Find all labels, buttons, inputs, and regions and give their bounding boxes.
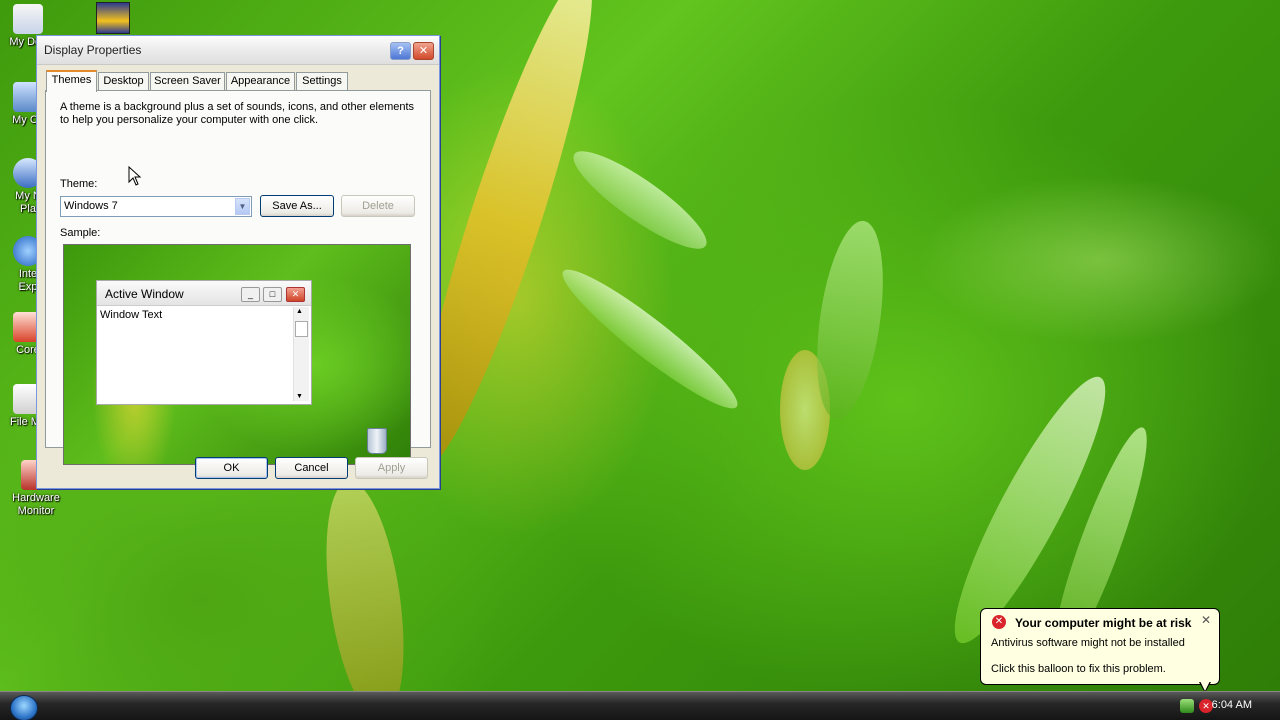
help-button[interactable]: ? xyxy=(390,42,411,60)
shortcut-tool-icon[interactable] xyxy=(96,2,130,34)
security-alert-balloon[interactable]: ✕ Your computer might be at risk ✕ Antiv… xyxy=(980,608,1220,693)
network-tray-icon[interactable] xyxy=(1180,699,1194,713)
theme-description: A theme is a background plus a set of so… xyxy=(60,101,415,126)
tab-settings[interactable]: Settings xyxy=(296,72,348,90)
theme-sample-preview: Active Window _ □ ✕ Window Text ▲ ▼ xyxy=(63,244,411,465)
theme-label: Theme: xyxy=(60,178,98,190)
balloon-message: Antivirus software might not be installe… xyxy=(991,637,1185,649)
cancel-button[interactable]: Cancel xyxy=(275,457,348,479)
delete-button[interactable]: Delete xyxy=(341,195,415,217)
taskbar: ✕ 6:04 AM xyxy=(0,691,1280,720)
taskbar-clock[interactable]: 6:04 AM xyxy=(1212,699,1252,711)
apply-button[interactable]: Apply xyxy=(355,457,428,479)
scroll-up-icon: ▲ xyxy=(296,308,303,315)
sample-window-title: Active Window xyxy=(105,287,184,301)
theme-dropdown-value: Windows 7 xyxy=(64,200,118,212)
save-as-button[interactable]: Save As... xyxy=(260,195,334,217)
tab-screen-saver[interactable]: Screen Saver xyxy=(150,72,225,90)
sample-window-text: Window Text xyxy=(100,309,163,321)
mouse-cursor-icon xyxy=(128,166,142,186)
sample-active-window: Active Window _ □ ✕ Window Text ▲ ▼ xyxy=(96,280,312,405)
close-button[interactable]: ✕ xyxy=(413,42,434,60)
maximize-icon: □ xyxy=(263,287,282,302)
scroll-down-icon: ▼ xyxy=(296,393,303,400)
close-icon: ✕ xyxy=(286,287,305,302)
ok-button[interactable]: OK xyxy=(195,457,268,479)
recycle-bin-icon xyxy=(367,428,387,454)
tab-appearance[interactable]: Appearance xyxy=(226,72,295,90)
sample-title-bar: Active Window _ □ ✕ xyxy=(97,281,311,306)
security-alert-icon: ✕ xyxy=(992,615,1006,629)
sample-label: Sample: xyxy=(60,227,101,239)
tab-desktop[interactable]: Desktop xyxy=(98,72,149,90)
title-bar[interactable]: Display Properties ? ✕ xyxy=(37,36,439,65)
display-properties-dialog: Display Properties ? ✕ Themes Desktop Sc… xyxy=(36,35,440,489)
balloon-close-icon[interactable]: ✕ xyxy=(1201,613,1211,627)
folder-icon xyxy=(13,4,43,34)
sample-scrollbar: ▲ ▼ xyxy=(293,307,309,401)
theme-dropdown[interactable]: Windows 7 ▼ xyxy=(60,196,252,217)
balloon-action-text: Click this balloon to fix this problem. xyxy=(991,663,1166,675)
minimize-icon: _ xyxy=(241,287,260,302)
scroll-thumb xyxy=(295,321,308,337)
themes-tab-panel: A theme is a background plus a set of so… xyxy=(45,90,431,465)
tab-themes[interactable]: Themes xyxy=(46,70,97,92)
dialog-title: Display Properties xyxy=(44,43,142,57)
chevron-down-icon[interactable]: ▼ xyxy=(235,198,250,215)
balloon-title: Your computer might be at risk xyxy=(1015,616,1192,630)
start-button[interactable] xyxy=(10,695,38,720)
